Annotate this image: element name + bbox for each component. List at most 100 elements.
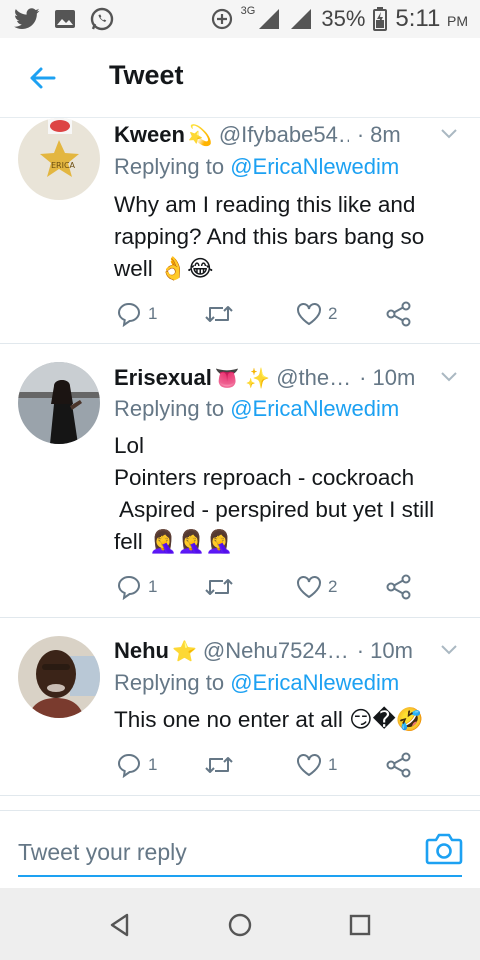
tweet-header: Nehu ⭐ @Nehu7524… · 10m (114, 636, 464, 666)
whatsapp-notification-icon (90, 7, 114, 31)
share-icon (386, 301, 411, 327)
signal-icon-2 (291, 9, 312, 29)
separator-dot: · (356, 638, 365, 663)
tweet-text: This one no enter at all 😏�🤣 (114, 704, 458, 736)
reply-icon (117, 753, 141, 778)
replying-prefix: Replying to (114, 396, 231, 421)
heart-icon (297, 303, 321, 326)
nav-back-icon[interactable] (105, 910, 135, 940)
replying-to: Replying to @EricaNlewedim (114, 396, 399, 422)
battery-percent: 35% (321, 6, 366, 31)
avatar[interactable] (18, 362, 100, 444)
app-bar: Tweet (0, 38, 480, 118)
reply-mention-link[interactable]: @EricaNlewedim (230, 154, 399, 179)
separator-dot: · (359, 365, 367, 390)
camera-icon (425, 833, 463, 865)
battery-icon (373, 7, 388, 31)
like-button[interactable]: 2 (296, 573, 337, 601)
tweet-text-line: Why am I reading this like and (114, 192, 416, 217)
tweet-text: Why am I reading this like and rapping? … (114, 189, 458, 285)
share-button[interactable] (386, 573, 412, 601)
tweet-text-line: well 👌😂 (114, 256, 214, 281)
replying-to: Replying to @EricaNlewedim (114, 670, 399, 696)
clock: 5:11 PM (395, 5, 468, 33)
avatar[interactable]: ERICA (18, 118, 100, 200)
like-count: 1 (328, 755, 338, 774)
reply-input[interactable]: Tweet your reply (18, 833, 462, 877)
reply-button[interactable]: 1 (116, 300, 157, 328)
tweet-text-line: Pointers reproach - cockroach (114, 465, 415, 490)
author-name[interactable]: Kween (114, 122, 185, 148)
tweet-time: 10m (370, 638, 413, 663)
retweet-button[interactable] (204, 300, 240, 328)
signal-icon (259, 9, 280, 29)
tweet-time: 8m (370, 122, 401, 147)
reply-mention-link[interactable]: @EricaNlewedim (230, 670, 399, 695)
share-icon (386, 574, 411, 600)
retweet-icon (205, 579, 233, 595)
like-button[interactable]: 2 (296, 300, 337, 328)
author-name[interactable]: Erisexual (114, 365, 212, 391)
tweet-time: 10m (372, 365, 416, 390)
reply-mention-link[interactable]: @EricaNlewedim (230, 396, 399, 421)
share-button[interactable] (386, 751, 412, 779)
clock-time: 5:11 (395, 5, 441, 32)
heart-icon (297, 754, 321, 777)
tweet-text-line: fell 🤦‍♀️🤦‍♀️🤦‍♀️ (114, 529, 234, 554)
tweet-item[interactable]: ERICA Kween 💫 @Ifybabe54… · 8m Replying … (0, 118, 480, 344)
reply-composer: Tweet your reply (0, 810, 480, 888)
separator-dot: · (356, 122, 365, 147)
avatar[interactable] (18, 636, 100, 718)
retweet-button[interactable] (204, 751, 240, 779)
tweet-actions: 1 2 (116, 573, 436, 601)
back-arrow-icon (30, 67, 56, 89)
author-handle[interactable]: @Nehu7524… (203, 638, 349, 664)
share-icon (386, 752, 411, 778)
tweet-actions: 1 2 (116, 300, 436, 328)
like-count: 2 (328, 577, 338, 596)
tweet-header: Kween 💫 @Ifybabe54… · 8m (114, 120, 464, 150)
tweet-text-line: Lol (114, 433, 145, 458)
reply-icon (117, 302, 141, 327)
status-bar: 3G 35% 5:11 PM (0, 0, 480, 38)
author-handle[interactable]: @the… (276, 365, 351, 391)
tweet-text-line: Aspired - perspired but yet I still (114, 497, 435, 522)
tweet-text-line: rapping? And this bars bang so (114, 224, 425, 249)
data-saver-icon (211, 8, 232, 30)
replying-prefix: Replying to (114, 670, 231, 695)
reply-button[interactable]: 1 (116, 751, 157, 779)
svg-text:ERICA: ERICA (51, 161, 76, 170)
camera-button[interactable] (424, 831, 464, 867)
author-name[interactable]: Nehu (114, 638, 169, 664)
gallery-notification-icon (55, 10, 75, 28)
replying-prefix: Replying to (114, 154, 231, 179)
tweet-text: Lol Pointers reproach - cockroach Aspire… (114, 430, 458, 558)
author-handle[interactable]: @Ifybabe54… (219, 122, 349, 148)
reply-count: 1 (148, 755, 158, 774)
retweet-button[interactable] (204, 573, 240, 601)
tweet-actions: 1 1 (116, 751, 436, 779)
tweet-item[interactable]: Erisexual 👅 ✨ @the… · 10m Replying to @E… (0, 344, 480, 618)
name-emoji: 👅 ✨ (214, 367, 271, 390)
reply-button[interactable]: 1 (116, 573, 157, 601)
reply-icon (117, 575, 141, 600)
chevron-down-icon[interactable] (438, 122, 460, 144)
tweet-item[interactable]: Nehu ⭐ @Nehu7524… · 10m Replying to @Eri… (0, 618, 480, 796)
tweet-text-line: This one no enter at all 😏�🤣 (114, 707, 424, 732)
chevron-down-icon[interactable] (438, 638, 460, 660)
replying-to: Replying to @EricaNlewedim (114, 154, 399, 180)
retweet-icon (205, 306, 233, 322)
twitter-notification-icon (14, 8, 40, 29)
page-title: Tweet (109, 60, 184, 90)
network-type: 3G (240, 5, 256, 17)
name-emoji: 💫 (187, 124, 213, 147)
like-button[interactable]: 1 (296, 751, 337, 779)
clock-ampm: PM (447, 13, 468, 29)
share-button[interactable] (386, 300, 412, 328)
chevron-down-icon[interactable] (438, 365, 460, 387)
nav-recents-icon[interactable] (345, 910, 375, 940)
retweet-icon (205, 757, 233, 773)
nav-home-icon[interactable] (225, 910, 255, 940)
back-button[interactable] (24, 60, 60, 96)
reply-count: 1 (148, 577, 158, 596)
